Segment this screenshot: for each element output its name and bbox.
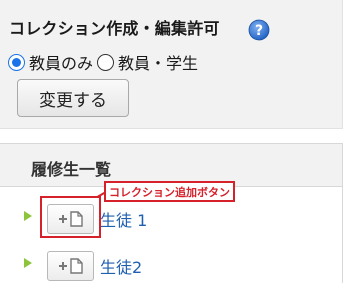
radio-label-teachers-students: 教員・学生 [118, 54, 199, 73]
expand-arrow-icon[interactable] [24, 211, 32, 221]
add-collection-button[interactable] [47, 251, 94, 281]
expand-arrow-icon[interactable] [24, 258, 32, 268]
question-help-icon[interactable]: ? [248, 19, 270, 41]
annotation-highlight-box [40, 196, 101, 238]
permission-options: 教員のみ 教員・学生 [8, 50, 202, 74]
radio-teachers-students[interactable] [97, 53, 115, 71]
change-button[interactable]: 変更する [17, 79, 129, 117]
page: コレクション作成・編集許可 ? 教員のみ 教員・学生 変更する 履修生一覧 生徒… [0, 0, 348, 283]
svg-text:?: ? [255, 23, 263, 39]
student-name-link[interactable]: 生徒2 [100, 254, 142, 278]
add-document-icon [58, 258, 83, 274]
annotation-callout: コレクション追加ボタン [104, 181, 235, 202]
radio-label-teachers-only: 教員のみ [29, 54, 94, 73]
annotation-label: コレクション追加ボタン [109, 185, 230, 199]
collection-permission-panel: コレクション作成・編集許可 ? 教員のみ 教員・学生 変更する [0, 0, 343, 129]
permission-title: コレクション作成・編集許可 [9, 19, 220, 38]
radio-teachers-only[interactable] [8, 53, 25, 71]
student-name-link[interactable]: 生徒 1 [100, 207, 147, 231]
student-list-title: 履修生一覧 [31, 160, 112, 179]
help-icon-graphic: ? [248, 19, 270, 41]
student-row: 生徒2 [0, 248, 342, 283]
